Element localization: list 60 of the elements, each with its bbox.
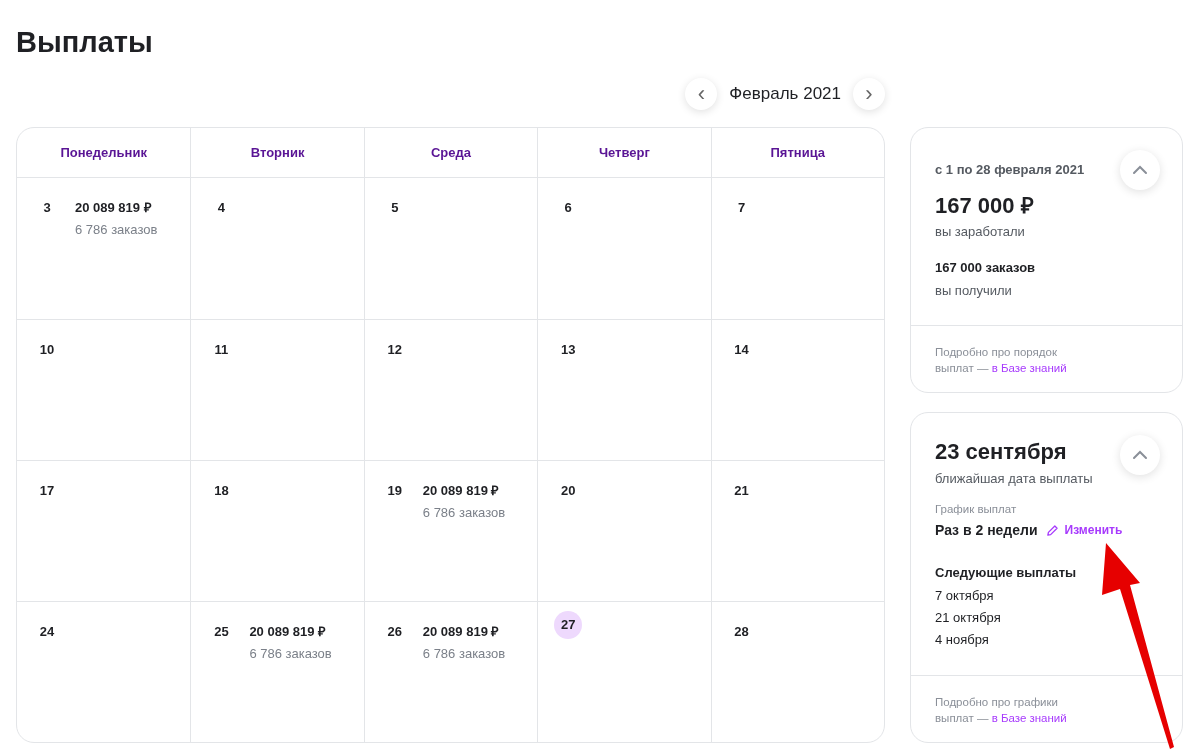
day-number: 27 <box>554 611 583 639</box>
day-number: 5 <box>390 199 400 218</box>
collapse-button[interactable] <box>1120 150 1160 190</box>
footer-note: Подробно про порядок выплат — в Базе знаний <box>935 345 1068 376</box>
day-number: 10 <box>38 341 56 360</box>
payout-amount: 20 089 819 ₽ <box>75 200 153 216</box>
day-number: 21 <box>733 482 750 501</box>
payout-amount: 20 089 819 ₽ <box>422 483 501 499</box>
day-number: 14 <box>733 341 750 360</box>
previous-month-button[interactable]: ‹ <box>685 78 718 110</box>
month-label: Февраль 2021 <box>729 83 841 106</box>
orders-total: 167 000 заказов <box>935 258 1037 277</box>
footer-note: Подробно про графики выплат — в Базе знаний <box>935 695 1068 726</box>
day-number: 7 <box>736 199 747 218</box>
weekday-header: Пятница <box>770 143 826 162</box>
weekday-header: Вторник <box>250 143 305 162</box>
earned-caption: вы заработали <box>935 223 1026 241</box>
collapse-button[interactable] <box>1120 435 1160 475</box>
day-number: 13 <box>559 341 577 360</box>
period-label: с 1 по 28 февраля 2021 <box>935 162 1086 178</box>
next-payouts-title: Следующие выплаты <box>935 563 1078 582</box>
day-number: 3 <box>42 199 52 218</box>
day-number: 12 <box>386 341 404 360</box>
chevron-icon <box>1132 450 1148 460</box>
knowledge-base-link[interactable]: в Базе знаний <box>991 712 1067 724</box>
date-caption: ближайшая дата выплаты <box>935 470 1094 488</box>
day-number: 17 <box>38 482 56 501</box>
upcoming-date: 21 октября <box>935 609 1002 627</box>
day-number: 6 <box>563 199 573 218</box>
edit-link[interactable]: Изменить <box>1045 521 1123 540</box>
weekday-header: Четверг <box>598 143 650 162</box>
day-number: 26 <box>386 623 404 642</box>
payout-amount: 20 089 819 ₽ <box>249 624 328 640</box>
order-count: 6 786 заказов <box>422 646 506 662</box>
weekday-header: Среда <box>430 143 471 162</box>
payout-amount: 20 089 819 ₽ <box>422 624 501 640</box>
upcoming-date: 4 ноября <box>935 631 990 649</box>
weekday-header: Понедельник <box>60 143 147 162</box>
orders-caption: вы получили <box>935 282 1013 300</box>
knowledge-base-link[interactable]: в Базе знаний <box>991 362 1067 374</box>
page-title: Выплаты <box>16 25 154 60</box>
day-number: 4 <box>216 199 226 218</box>
order-count: 6 786 заказов <box>422 505 506 521</box>
schedule-value: Раз в 2 недели <box>935 520 1038 540</box>
day-number: 20 <box>559 482 577 501</box>
day-number: 24 <box>38 623 56 642</box>
day-number: 28 <box>733 623 750 642</box>
order-count: 6 786 заказов <box>75 222 158 238</box>
upcoming-date: 7 октября <box>935 587 995 605</box>
day-number: 18 <box>213 482 230 501</box>
day-number: 11 <box>213 341 230 360</box>
next-payout-date: 23 сентября <box>935 438 1068 466</box>
earned-amount: 167 000 ₽ <box>935 192 1035 220</box>
order-count: 6 786 заказов <box>249 646 332 662</box>
schedule-label: График выплат <box>935 501 1018 517</box>
pencil-icon <box>1045 523 1059 537</box>
day-number: 19 <box>386 482 404 501</box>
chevron-icon <box>1132 165 1148 175</box>
day-number: 25 <box>213 623 230 642</box>
next-month-button[interactable]: › <box>853 78 885 110</box>
